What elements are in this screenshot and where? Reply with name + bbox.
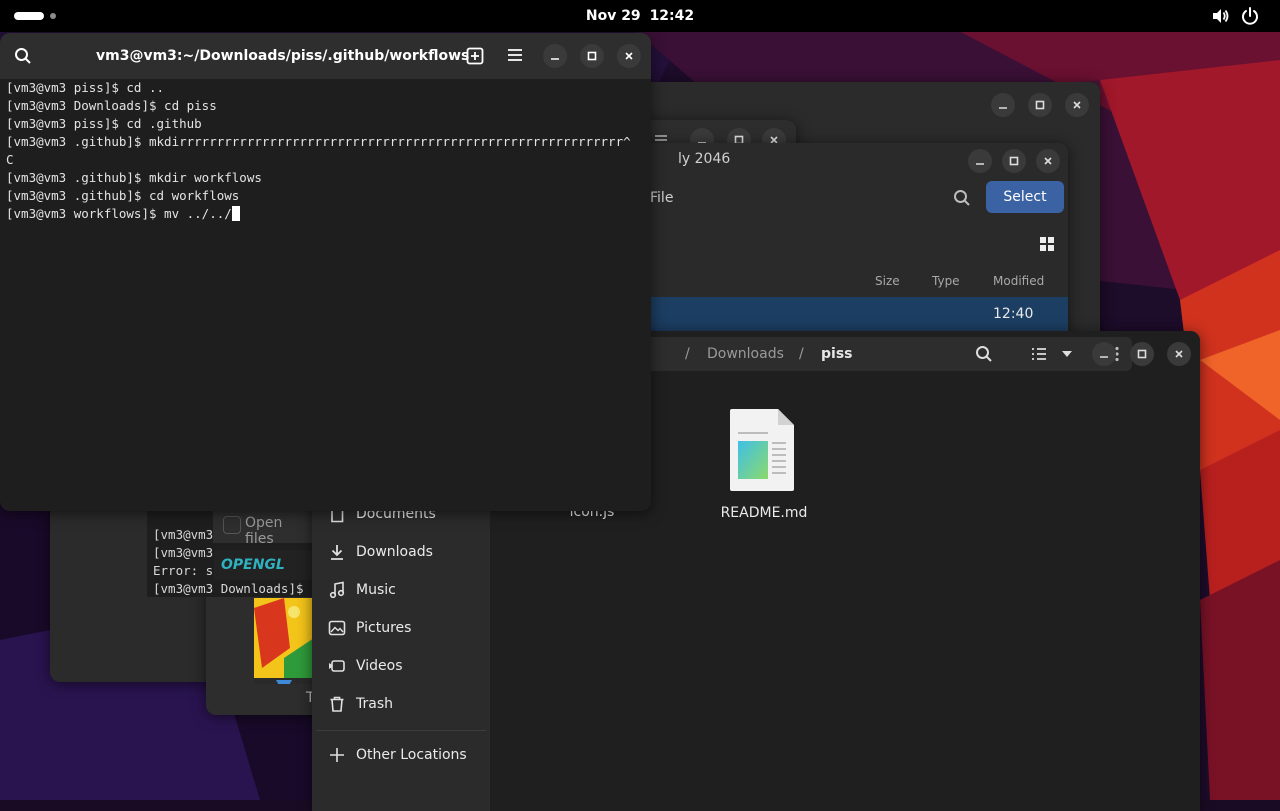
close-icon	[625, 52, 633, 60]
terminal-line: [vm3@vm3 Downloads]$ cd piss	[6, 98, 217, 113]
grid-view-icon[interactable]	[1040, 237, 1054, 251]
close-button[interactable]	[617, 44, 641, 68]
terminal-line: [vm3@vm3 Downloads]$	[153, 581, 304, 596]
file-item-readme[interactable]: README.md	[720, 405, 808, 525]
download-icon	[331, 545, 343, 560]
opengl-logo: OPENGL	[214, 550, 319, 580]
terminal-prompt-line: [vm3@vm3 workflows]$ mv ../../	[6, 205, 240, 223]
terminal-window[interactable]: vm3@vm3:~/Downloads/piss/.github/workflo…	[0, 33, 651, 511]
sidebar-item-label: Pictures	[356, 620, 412, 636]
minimize-icon	[999, 107, 1007, 109]
terminal-current-command: [vm3@vm3 workflows]$ mv ../../	[6, 206, 232, 221]
minimize-icon	[551, 58, 559, 60]
file-chooser-window[interactable]: ly 2046 File Select Size Type Modified 1…	[590, 143, 1068, 343]
terminal-line: [vm3@vm3 piss]$ cd .github	[6, 116, 202, 131]
plus-icon	[330, 748, 344, 762]
path-bar[interactable]: me / Downloads / piss	[616, 337, 1132, 371]
clock[interactable]: Nov 29 12:42	[540, 0, 740, 32]
terminal-line: [vm3@vm3 piss]$ cd ..	[6, 80, 165, 95]
picture-icon	[328, 620, 346, 636]
maximize-button[interactable]	[1130, 342, 1154, 366]
minimize-button[interactable]	[543, 44, 567, 68]
system-tray[interactable]	[1206, 6, 1266, 26]
minimize-icon	[976, 163, 984, 165]
minimize-button[interactable]	[991, 93, 1015, 117]
terminal-header-bar: vm3@vm3:~/Downloads/piss/.github/workflo…	[0, 33, 651, 79]
sidebar-item-label: Other Locations	[356, 747, 467, 763]
file-name: README.md	[720, 505, 808, 521]
close-icon	[1175, 350, 1183, 358]
maximize-icon	[1137, 349, 1147, 359]
top-bar: Nov 29 12:42	[0, 0, 1280, 32]
column-size[interactable]: Size	[875, 274, 900, 288]
terminal-line: [vm3@vm3 .github]$ mkdirrrrrrrrrrrrrrrrr…	[6, 134, 631, 149]
activities-button[interactable]	[14, 10, 60, 22]
list-view-icon[interactable]	[1031, 346, 1047, 362]
app-thumbnail-image	[254, 598, 314, 684]
path-segment-piss[interactable]: piss	[821, 346, 853, 362]
close-icon	[1044, 157, 1052, 165]
workspace-indicator-active	[14, 12, 44, 20]
terminal-line: [vm3@vm3	[153, 527, 214, 542]
video-icon	[329, 660, 345, 672]
search-icon[interactable]	[975, 345, 993, 363]
maximize-button[interactable]	[580, 44, 604, 68]
search-icon[interactable]	[953, 189, 971, 207]
power-icon	[1242, 7, 1258, 25]
minimize-button[interactable]	[1092, 342, 1116, 366]
terminal-line: C	[6, 152, 14, 167]
minimize-button[interactable]	[968, 149, 992, 173]
maximize-icon	[1035, 100, 1045, 110]
file-row-selected[interactable]: 12:40	[590, 297, 1068, 331]
sidebar-item-label: Music	[356, 582, 396, 598]
sidebar-item-label: Downloads	[356, 544, 433, 560]
terminal-output[interactable]: [vm3@vm3 piss]$ cd .. [vm3@vm3 Downloads…	[0, 79, 651, 511]
path-separator: /	[685, 346, 690, 362]
window-title: ly 2046	[678, 151, 731, 167]
path-segment-downloads[interactable]: Downloads	[707, 346, 784, 362]
music-icon	[329, 581, 345, 599]
close-button[interactable]	[1065, 93, 1089, 117]
open-files-checkbox[interactable]	[223, 516, 241, 534]
close-icon	[1073, 101, 1081, 109]
maximize-button[interactable]	[1002, 149, 1026, 173]
search-icon[interactable]	[14, 47, 32, 65]
chevron-down-icon[interactable]	[1061, 350, 1073, 358]
close-button[interactable]	[1167, 342, 1191, 366]
terminal-line: [vm3@vm3	[153, 545, 214, 560]
hamburger-menu-icon[interactable]	[507, 48, 523, 62]
open-files-label: Open files	[245, 515, 283, 547]
clock-time: 12:42	[649, 8, 695, 24]
path-separator: /	[799, 346, 804, 362]
terminal-line: Error: s	[153, 563, 214, 578]
row-modified: 12:40	[993, 306, 1034, 322]
terminal-title: vm3@vm3:~/Downloads/piss/.github/workflo…	[96, 48, 470, 64]
select-button[interactable]: Select	[986, 181, 1064, 213]
workspace-indicator	[50, 13, 56, 19]
terminal-line: [vm3@vm3 .github]$ cd workflows	[6, 188, 240, 203]
maximize-icon	[587, 51, 597, 61]
text-document-icon	[730, 409, 794, 491]
new-tab-icon[interactable]	[466, 47, 484, 65]
clock-date: Nov 29	[585, 8, 641, 24]
column-type[interactable]: Type	[932, 274, 960, 288]
text-cursor	[231, 206, 240, 221]
sidebar-separator	[316, 730, 486, 731]
volume-icon	[1213, 9, 1229, 23]
sidebar-item-label: Trash	[356, 696, 393, 712]
maximize-button[interactable]	[1028, 93, 1052, 117]
file-name-label: File	[650, 190, 674, 206]
terminal-line: [vm3@vm3 .github]$ mkdir workflows	[6, 170, 262, 185]
sidebar-item-label: Videos	[356, 658, 403, 674]
minimize-icon	[1100, 356, 1108, 358]
close-button[interactable]	[1036, 149, 1060, 173]
column-modified[interactable]: Modified	[993, 274, 1044, 288]
maximize-icon	[1009, 156, 1019, 166]
trash-icon	[330, 696, 344, 712]
